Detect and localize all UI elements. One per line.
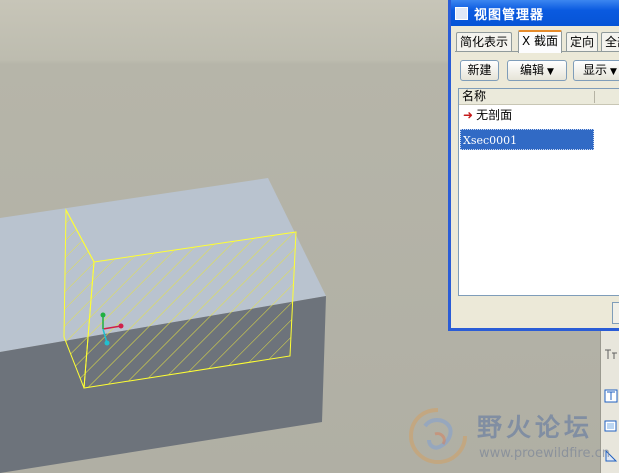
list-item-xsec0001[interactable]: Xsec0001	[460, 129, 594, 150]
section-tool-icon[interactable]	[604, 389, 618, 403]
watermark: 野火论坛 www.proewildfire.cn	[405, 404, 619, 473]
watermark-title: 野火论坛	[477, 413, 594, 442]
column-header-name: 名称	[462, 89, 487, 103]
edit-dropdown-button[interactable]: 编辑 ▼	[507, 60, 567, 81]
new-button-label: 新建	[467, 63, 492, 77]
list-item-label: Xsec0001	[463, 134, 518, 147]
display-button-label: 显示	[583, 63, 608, 77]
tab-orient[interactable]: 定向	[566, 32, 599, 51]
close-button[interactable]	[612, 302, 619, 324]
bottom-bar	[458, 296, 619, 328]
tab-strip: 简化表示 X 截面 定向 全部	[455, 30, 619, 53]
datum-tool-icon[interactable]	[604, 347, 618, 361]
caret-down-icon: ▼	[610, 67, 617, 77]
column-divider[interactable]	[594, 91, 595, 103]
window-icon	[455, 6, 468, 20]
window-title: 视图管理器	[474, 7, 545, 23]
list-item-label: 无剖面	[476, 108, 513, 122]
title-bar[interactable]: 视图管理器	[451, 0, 619, 26]
new-button[interactable]: 新建	[460, 60, 499, 81]
view-manager-window[interactable]: 视图管理器 简化表示 X 截面 定向 全部 新建 编辑▼ 显示▼ 名称 ➜ 无剖…	[448, 0, 619, 331]
watermark-url: www.proewildfire.cn	[479, 446, 610, 461]
forum-logo-icon	[408, 408, 467, 465]
tab-xsection[interactable]: X 截面	[518, 30, 563, 53]
edit-button-label: 编辑	[520, 63, 545, 77]
display-dropdown-button[interactable]: 显示 ▼	[573, 60, 619, 81]
red-arrow-icon: ➜	[463, 108, 474, 122]
toolbar: 新建 编辑 ▼ 显示 ▼	[459, 60, 619, 82]
list-header[interactable]: 名称	[459, 89, 619, 105]
tab-simplified-rep[interactable]: 简化表示	[456, 32, 513, 51]
caret-down-icon: ▼	[547, 67, 554, 77]
list-item-no-section[interactable]: ➜ 无剖面	[459, 105, 619, 125]
tab-all[interactable]: 全部	[601, 32, 619, 51]
section-list[interactable]: 名称 ➜ 无剖面 Xsec0001	[458, 88, 619, 296]
